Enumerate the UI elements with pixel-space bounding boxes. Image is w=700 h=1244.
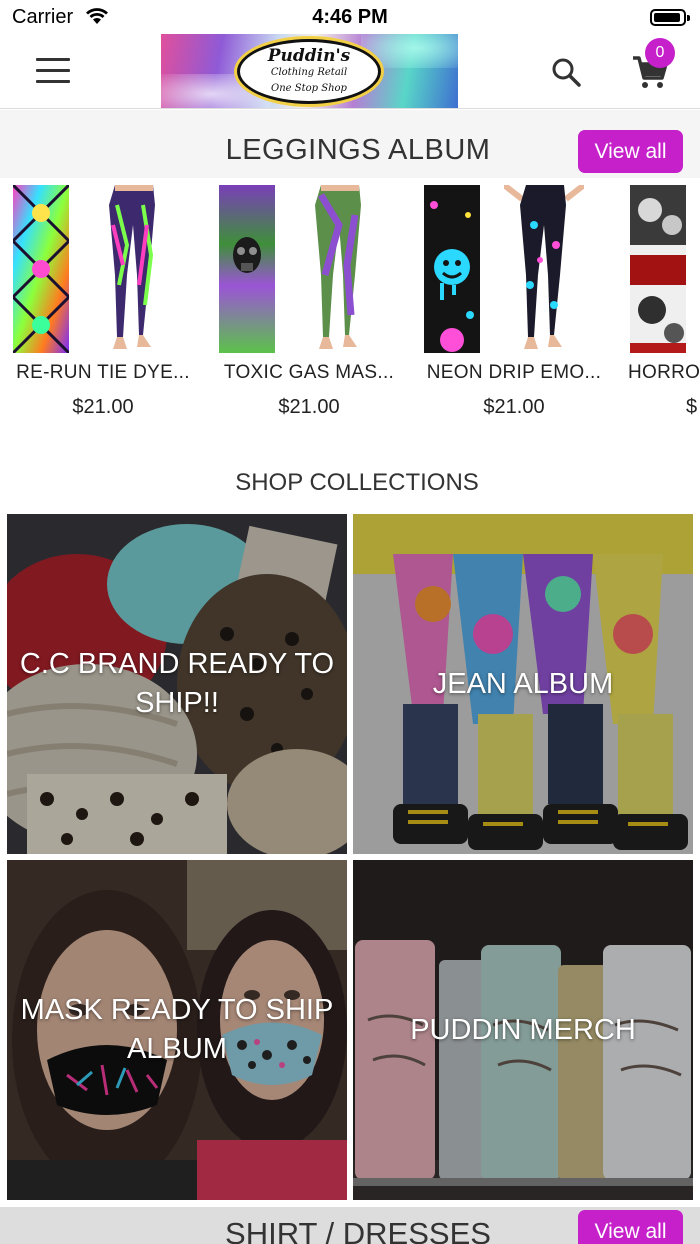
product-image[interactable] [3, 185, 203, 353]
shirts-view-all-button[interactable]: View all [578, 1210, 683, 1244]
store-logo[interactable]: Puddin's Clothing Retail One Stop Shop [161, 34, 458, 108]
logo-subtitle: Clothing Retail [270, 67, 348, 78]
product-image[interactable] [414, 185, 614, 353]
collection-tile-jean-album[interactable]: JEAN ALBUM [353, 514, 693, 854]
clock: 4:46 PM [312, 6, 388, 28]
search-icon[interactable] [550, 56, 582, 88]
product-price: $21.00 [72, 396, 134, 418]
collection-label: C.C BRAND READY TO SHIP!! [19, 648, 335, 719]
product-name: RE-RUN TIE DYE... [16, 362, 190, 383]
product-card[interactable]: RE-RUN TIE DYE... $21.00 [3, 185, 203, 435]
collection-label: MASK READY TO SHIP ALBUM [20, 994, 334, 1065]
product-price: $21.00 [278, 396, 340, 418]
app-header: Puddin's Clothing Retail One Stop Shop 0 [0, 34, 700, 109]
product-image[interactable] [209, 185, 409, 353]
logo-title: Puddin's [267, 46, 351, 66]
leggings-view-all-button[interactable]: View all [578, 130, 683, 173]
product-price: $21.00 [483, 396, 545, 418]
collection-label: JEAN ALBUM [432, 667, 614, 700]
logo-tagline: One Stop Shop [271, 83, 347, 94]
collections-title: SHOP COLLECTIONS [235, 469, 479, 496]
collection-tile-cc-brand[interactable]: C.C BRAND READY TO SHIP!! [7, 514, 347, 854]
status-bar: Carrier 4:46 PM [0, 0, 700, 34]
product-name: TOXIC GAS MAS... [223, 362, 395, 383]
logo-badge: Puddin's Clothing Retail One Stop Shop [237, 39, 381, 104]
menu-icon[interactable] [36, 58, 70, 84]
product-name: HORRO [628, 362, 700, 383]
product-card[interactable]: TOXIC GAS MAS... $21.00 [209, 185, 409, 435]
leggings-section: LEGGINGS ALBUM View all RE-RUN TIE DYE..… [0, 110, 700, 440]
product-image[interactable] [620, 185, 700, 353]
cart-count-badge: 0 [645, 38, 675, 68]
leggings-header: LEGGINGS ALBUM View all [0, 110, 700, 178]
product-card[interactable]: NEON DRIP EMO... $21.00 [414, 185, 614, 435]
collection-label: PUDDIN MERCH [410, 1013, 636, 1046]
collection-tile-mask[interactable]: MASK READY TO SHIP ALBUM [7, 860, 347, 1200]
collection-tile-puddin-merch[interactable]: PUDDIN MERCH [353, 860, 693, 1200]
battery-icon [650, 9, 690, 26]
product-name: NEON DRIP EMO... [426, 362, 602, 383]
product-price: $ [686, 396, 698, 418]
product-card[interactable]: HORRO $ [620, 185, 700, 435]
